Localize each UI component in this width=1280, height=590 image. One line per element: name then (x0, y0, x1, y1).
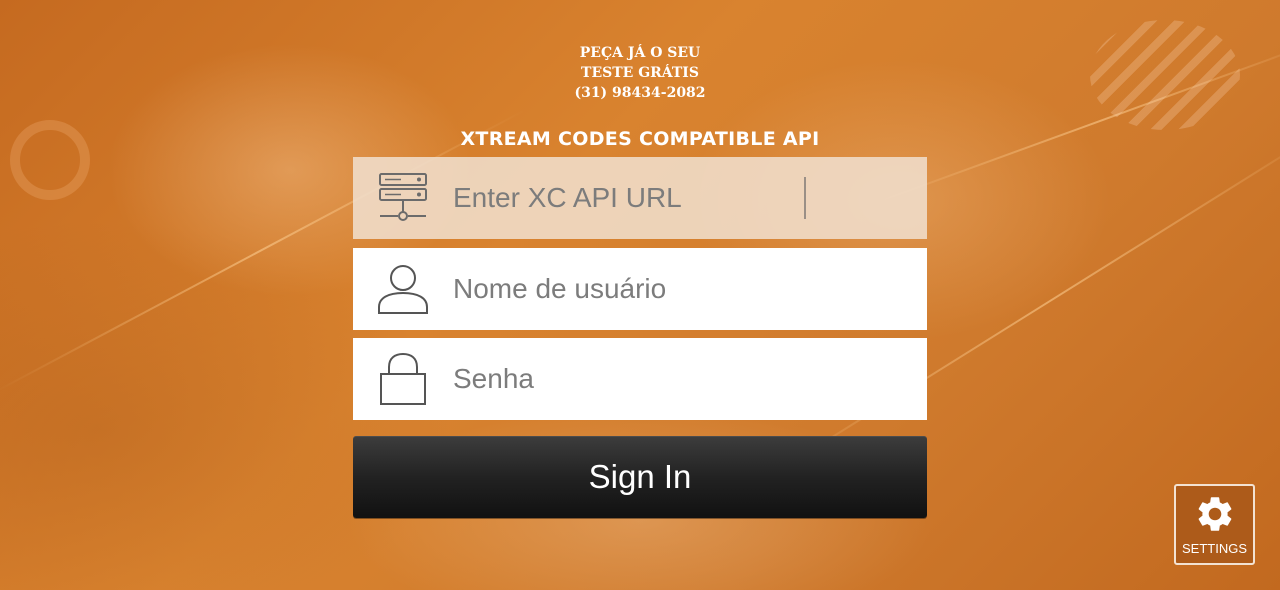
server-icon (353, 157, 453, 239)
promo-phone: (31) 98434-2082 (574, 85, 706, 101)
password-field-row[interactable] (353, 338, 927, 420)
promo-line-1: PEÇA JÁ O SEU (579, 45, 701, 61)
gear-icon (1194, 493, 1236, 538)
page-title: XTREAM CODES COMPATIBLE API (460, 128, 820, 150)
text-cursor (804, 177, 806, 219)
api-url-field-row[interactable] (353, 157, 927, 239)
promo-line-2: TESTE GRÁTIS (581, 65, 699, 81)
password-input[interactable] (453, 354, 913, 404)
settings-label: SETTINGS (1181, 541, 1247, 556)
user-icon (353, 248, 453, 330)
promo-text: PEÇA JÁ O SEU TESTE GRÁTIS (31) 98434-20… (0, 43, 1280, 103)
settings-button[interactable]: SETTINGS (1174, 484, 1255, 565)
sign-in-button[interactable]: Sign In (353, 436, 927, 518)
lock-icon (353, 338, 453, 420)
api-url-input[interactable] (453, 173, 913, 223)
username-field-row[interactable] (353, 248, 927, 330)
username-input[interactable] (453, 264, 913, 314)
